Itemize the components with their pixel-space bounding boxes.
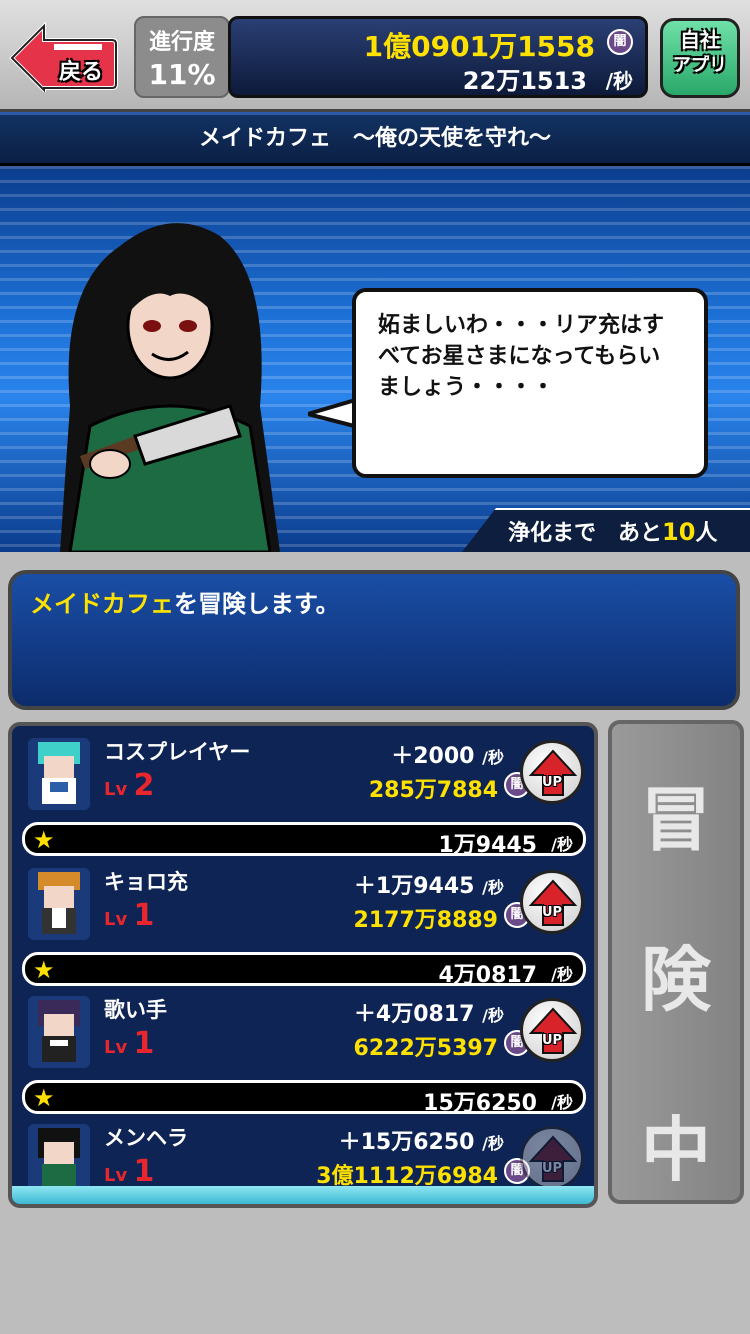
level-up-button[interactable]: UP [520,870,584,934]
adventuring-status-panel: 冒 険 中 [608,720,744,1204]
star-bonus-bar: ★ 4万0817 /秒 [22,952,586,988]
stage-title: メイドカフェ 〜俺の天使を守れ〜 [0,112,750,166]
up-label: UP [541,905,563,920]
unit-rate-suffix: /秒 [482,1006,504,1025]
level-value: 1 [133,1026,155,1061]
up-arrow-icon [528,1007,578,1054]
star-icon: ★ [33,1084,55,1112]
unit-rate-value: ＋15万6250 [338,1130,475,1155]
level-label: Lv [104,1037,128,1058]
purify-suffix: 人 [695,521,718,546]
up-label: UP [541,1161,563,1176]
star-bonus-bar: ★ 15万6250 /秒 [22,1080,586,1116]
header-bar: 戻る 進行度 11% 1億0901万1558 闇 22万1513 /秒 自社 ア… [0,0,750,112]
star-icon: ★ [33,956,55,984]
level-label: Lv [104,779,128,800]
cosplayer-avatar-icon [28,738,90,810]
message-text: を冒険します。 [174,590,340,618]
star-bonus-suffix: /秒 [551,1093,573,1112]
level-value: 2 [133,768,155,803]
unit-rate-suffix: /秒 [482,748,504,767]
progress-indicator: 進行度 11% [134,16,230,98]
currency-total: 1億0901万1558 [363,30,595,63]
message-box: メイドカフェを冒険します。 [8,570,740,710]
utaite-avatar-icon [28,996,90,1068]
unit-rate: ＋2000 /秒 [391,738,504,770]
level-label: Lv [104,1165,128,1186]
purify-count: 10 [662,518,696,546]
unit-name: 歌い手 [104,998,167,1022]
unit-row-kyorojuu: キョロ充 Lv 1 ＋1万9445 /秒 2177万8889 闇 UP [22,862,586,950]
up-label: UP [541,775,563,790]
enemy-character-portrait [60,223,280,552]
adventuring-char-2: 険 [641,939,711,1021]
currency-badge-icon: 闇 [607,29,633,55]
water-effect [12,1186,594,1204]
star-bonus-suffix: /秒 [551,835,573,854]
currency-panel: 1億0901万1558 闇 22万1513 /秒 [228,16,648,98]
star-bonus-value: 1万9445 [438,833,537,858]
up-arrow-icon [528,749,578,796]
star-icon: ★ [33,826,55,854]
purify-counter: 浄化まで あと10人 [462,508,750,552]
star-bonus-bar: ★ 1万9445 /秒 [22,822,586,858]
message-highlight: メイドカフェ [30,590,174,618]
currency-rate-suffix: /秒 [605,69,633,93]
unit-name: コスプレイヤー [104,740,251,764]
app-label-line2: アプリ [673,55,727,76]
up-label: UP [541,1033,563,1048]
unit-rate-value: ＋4万0817 [353,1002,475,1027]
currency-rate: 22万1513 [462,67,587,95]
unit-rate-value: ＋2000 [391,744,475,769]
unit-row-cosplayer: コスプレイヤー Lv 2 ＋2000 /秒 285万7884 闇 UP [22,732,586,820]
star-bonus-value: 15万6250 [423,1091,537,1116]
unit-level: Lv 1 [104,1154,154,1189]
unit-rate-value: ＋1万9445 [353,874,475,899]
unit-name: メンヘラ [104,1126,188,1150]
level-up-button-disabled[interactable]: UP [520,1126,584,1190]
unit-total: 2177万8889 [353,908,498,933]
unit-list[interactable]: コスプレイヤー Lv 2 ＋2000 /秒 285万7884 闇 UP ★ 1万… [8,722,598,1208]
unit-rate: ＋15万6250 /秒 [339,1124,504,1156]
adventuring-char-1: 冒 [641,779,711,861]
progress-value: 11% [148,58,216,91]
star-bonus-suffix: /秒 [551,965,573,984]
unit-rate: ＋1万9445 /秒 [354,868,504,900]
kyorojuu-avatar-icon [28,868,90,940]
unit-level: Lv 1 [104,898,154,933]
unit-total: 6222万5397 [353,1036,498,1061]
unit-row-utaite: 歌い手 Lv 1 ＋4万0817 /秒 6222万5397 闇 UP [22,990,586,1078]
level-up-button[interactable]: UP [520,740,584,804]
unit-name: キョロ充 [104,870,188,894]
unit-total: 285万7884 [368,778,498,803]
level-value: 1 [133,1154,155,1189]
level-value: 1 [133,898,155,933]
unit-level: Lv 1 [104,1026,154,1061]
up-arrow-icon [528,879,578,926]
adventuring-char-3: 中 [641,1109,711,1191]
unit-rate-suffix: /秒 [482,878,504,897]
back-button-label: 戻る [58,60,103,85]
company-app-button[interactable]: 自社 アプリ [660,18,740,98]
purify-prefix: 浄化まで あと [508,521,663,546]
unit-rate-suffix: /秒 [482,1134,504,1153]
story-scene: 妬ましいわ・・・リア充はすべてお星さまになってもらいましょう・・・・ 浄化まで … [0,166,750,552]
up-arrow-icon [528,1135,578,1182]
unit-rate: ＋4万0817 /秒 [354,996,504,1028]
star-bonus-value: 4万0817 [438,963,537,988]
level-up-button[interactable]: UP [520,998,584,1062]
speech-bubble: 妬ましいわ・・・リア充はすべてお星さまになってもらいましょう・・・・ [352,288,708,478]
level-label: Lv [104,909,128,930]
app-label-line1: 自社 [680,28,720,52]
back-button[interactable]: 戻る [8,22,118,92]
progress-label: 進行度 [148,30,215,55]
unit-level: Lv 2 [104,768,154,803]
